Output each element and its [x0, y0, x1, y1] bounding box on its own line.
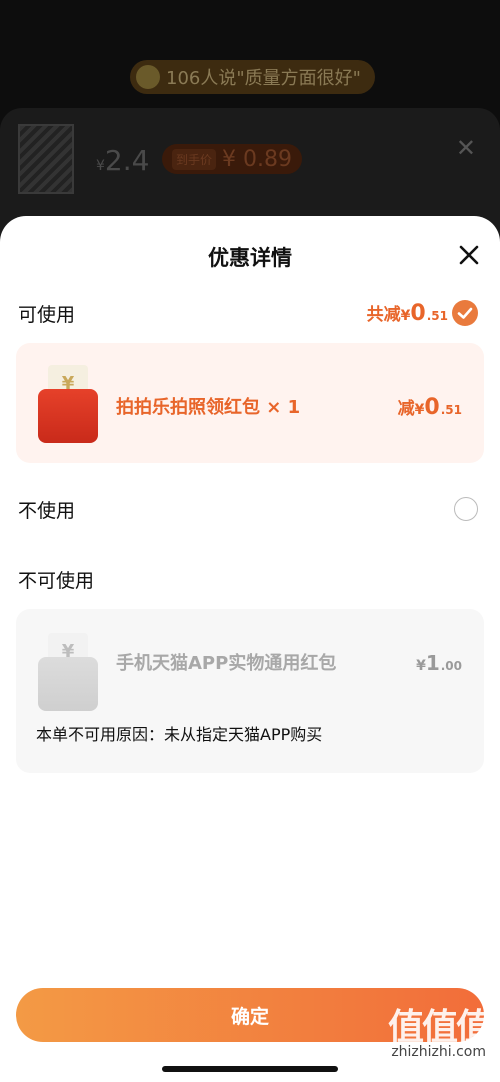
sheet-title: 优惠详情	[208, 246, 292, 270]
check-icon	[457, 307, 473, 319]
section-not-use-title: 不使用	[18, 500, 76, 522]
final-price-tag: 到手价	[172, 148, 217, 170]
not-use-radio[interactable]	[454, 497, 478, 521]
section-usable-title: 可使用	[18, 304, 76, 326]
total-reduction: 共减 ¥ 0 .51	[366, 301, 448, 326]
usable-coupon-reduction: 减 ¥ 0 .51	[397, 395, 462, 420]
usable-coupon-card[interactable]: ¥ 拍拍乐拍照领红包 × 1 减 ¥ 0 .51	[16, 343, 484, 463]
usable-coupon-name: 拍拍乐拍照领红包 × 1	[116, 397, 301, 418]
product-close-icon: ✕	[455, 134, 476, 162]
unusable-reason: 本单不可用原因：未从指定天猫APP购买	[36, 725, 323, 744]
unusable-coupon-amount: ¥ 1 .00	[416, 651, 462, 675]
product-price: ¥2.4	[96, 144, 150, 177]
final-price-value: ¥ 0.89	[222, 146, 292, 172]
usable-checkbox[interactable]	[452, 300, 478, 326]
home-indicator	[162, 1066, 338, 1072]
coin-icon	[136, 65, 160, 89]
red-envelope-icon: ¥	[38, 365, 98, 443]
product-thumbnail	[18, 124, 74, 194]
discount-detail-sheet: 优惠详情 可使用 共减 ¥ 0 .51 ¥ 拍拍乐拍照领红包 × 1 减 ¥ 0…	[0, 216, 500, 1082]
section-unusable-title: 不可使用	[18, 570, 95, 592]
unusable-coupon-name: 手机天猫APP实物通用红包	[116, 653, 337, 674]
watermark-logo: 值值值	[387, 1007, 492, 1048]
close-icon[interactable]	[458, 244, 480, 266]
final-price-pill: 到手价 ¥ 0.89	[162, 144, 302, 174]
review-banner-text: 106人说"质量方面很好"	[166, 68, 361, 89]
watermark-url: zhizhizhi.com	[391, 1044, 486, 1060]
gray-envelope-icon: ¥	[38, 633, 98, 711]
unusable-coupon-card: ¥ 手机天猫APP实物通用红包 ¥ 1 .00 本单不可用原因：未从指定天猫AP…	[16, 609, 484, 773]
review-banner: 106人说"质量方面很好"	[130, 60, 375, 94]
